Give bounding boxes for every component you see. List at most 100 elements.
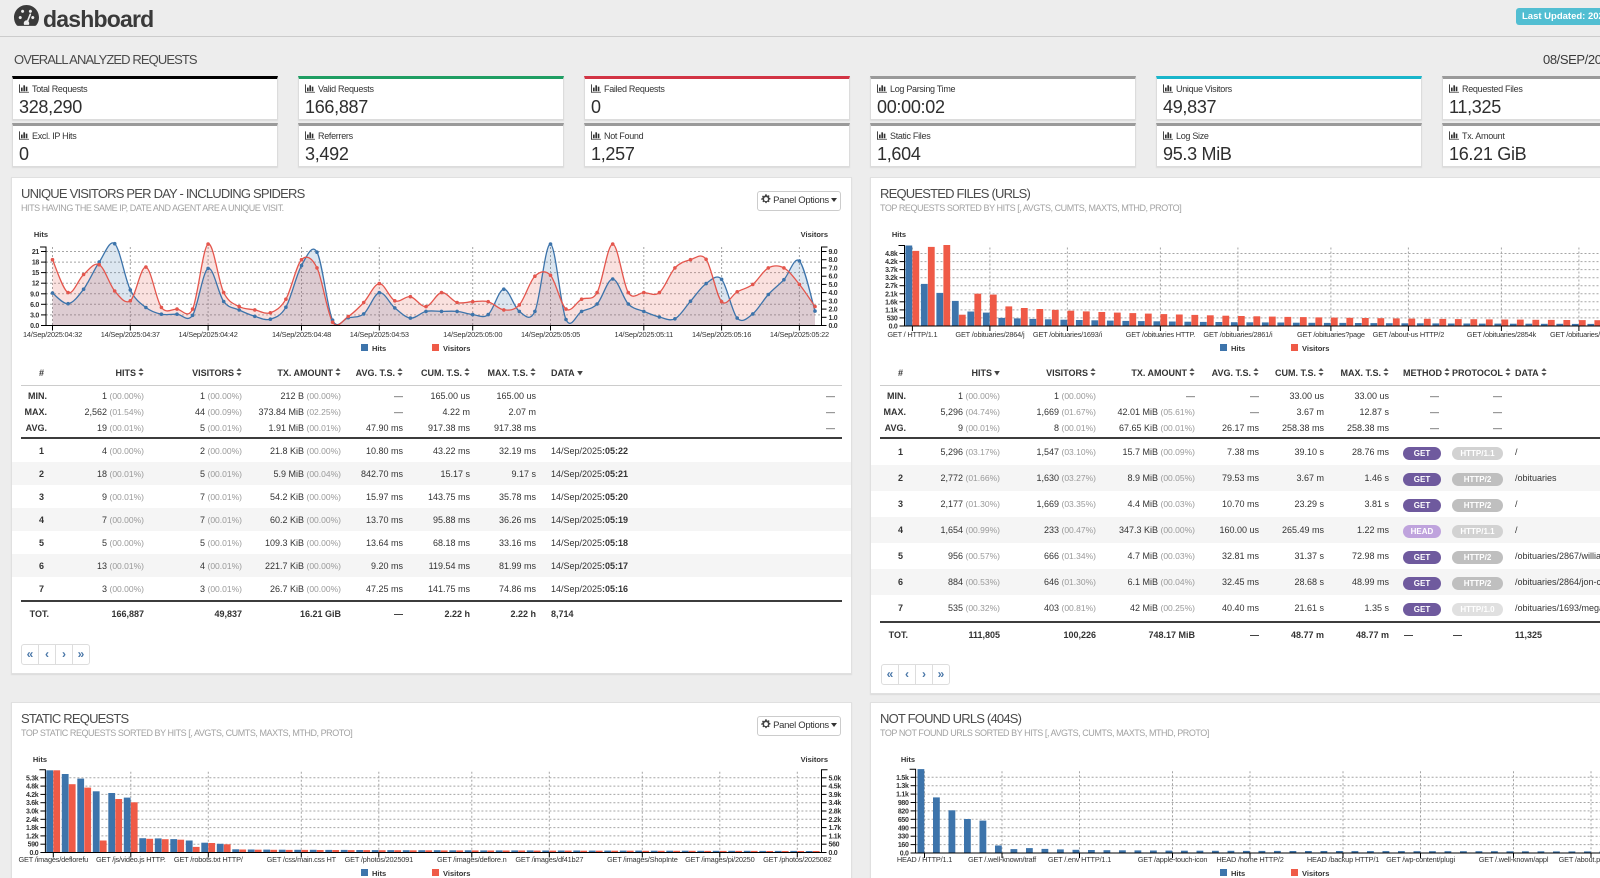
svg-text:1.6k: 1.6k	[885, 299, 898, 306]
svg-text:12: 12	[32, 281, 40, 288]
svg-text:18: 18	[32, 260, 40, 267]
svg-text:GET /about.php HTT: GET /about.php HTT	[1559, 855, 1600, 864]
svg-text:Visitors: Visitors	[1302, 869, 1329, 878]
svg-text:3.4k: 3.4k	[829, 800, 842, 807]
svg-text:Hits: Hits	[901, 755, 915, 764]
svg-text:1.2k: 1.2k	[26, 833, 39, 840]
svg-text:Visitors: Visitors	[801, 755, 828, 764]
svg-text:14/Sep/2025:04:53: 14/Sep/2025:04:53	[350, 330, 409, 339]
svg-text:3.2k: 3.2k	[885, 275, 898, 282]
svg-text:1.1k: 1.1k	[885, 307, 898, 314]
svg-text:980: 980	[898, 800, 909, 807]
svg-text:GET / HTTP/1.1: GET / HTTP/1.1	[887, 330, 937, 339]
svg-text:GET /obituaries/2864/j: GET /obituaries/2864/j	[955, 330, 1025, 339]
svg-text:GET /photos/2025082: GET /photos/2025082	[763, 855, 831, 864]
svg-text:1.1k: 1.1k	[896, 792, 909, 799]
svg-text:14/Sep/2025:05:11: 14/Sep/2025:05:11	[615, 330, 674, 339]
svg-text:1.7k: 1.7k	[829, 825, 842, 832]
svg-text:4.8k: 4.8k	[26, 784, 39, 791]
svg-text:1.0: 1.0	[829, 315, 838, 322]
svg-text:2.2k: 2.2k	[829, 817, 842, 824]
svg-text:Hits: Hits	[1231, 344, 1245, 353]
svg-text:GET /photos/2025091: GET /photos/2025091	[345, 855, 413, 864]
svg-text:14/Sep/2025:04:42: 14/Sep/2025:04:42	[179, 330, 238, 339]
svg-text:GET /obituaries/28: GET /obituaries/28	[1550, 330, 1600, 339]
svg-text:3.6k: 3.6k	[26, 800, 39, 807]
svg-text:GET /apple-touch-icon: GET /apple-touch-icon	[1138, 855, 1208, 864]
svg-text:3.0k: 3.0k	[26, 809, 39, 816]
svg-text:4.2k: 4.2k	[885, 259, 898, 266]
svg-text:2.4k: 2.4k	[26, 817, 39, 824]
svg-text:Visitors: Visitors	[801, 230, 828, 239]
svg-text:590: 590	[28, 842, 39, 849]
svg-text:490: 490	[898, 825, 909, 832]
svg-text:5.0k: 5.0k	[829, 775, 842, 782]
svg-text:9.0: 9.0	[829, 249, 838, 256]
svg-text:GET /.well-known/traff: GET /.well-known/traff	[968, 855, 1037, 864]
svg-text:14/Sep/2025:05:22: 14/Sep/2025:05:22	[770, 330, 829, 339]
svg-text:GET /.well-known/appl: GET /.well-known/appl	[1479, 855, 1549, 864]
svg-text:14/Sep/2025:04:32: 14/Sep/2025:04:32	[23, 330, 82, 339]
svg-text:14/Sep/2025:04:48: 14/Sep/2025:04:48	[272, 330, 331, 339]
svg-text:560: 560	[829, 842, 840, 849]
svg-text:GET /obituaries/1693/i: GET /obituaries/1693/i	[1033, 330, 1103, 339]
svg-text:15: 15	[32, 270, 40, 277]
svg-text:3.0: 3.0	[30, 312, 39, 319]
svg-text:0.0: 0.0	[30, 323, 39, 330]
svg-text:GET /obituaries/2861/i: GET /obituaries/2861/i	[1203, 330, 1273, 339]
svg-text:GET /obituaries?page: GET /obituaries?page	[1297, 330, 1365, 339]
svg-text:14/Sep/2025:05:16: 14/Sep/2025:05:16	[692, 330, 751, 339]
svg-text:GET /js/video.js HTTP.: GET /js/video.js HTTP.	[96, 855, 166, 864]
svg-text:4.2k: 4.2k	[26, 792, 39, 799]
svg-text:2.7k: 2.7k	[885, 283, 898, 290]
svg-text:3.7k: 3.7k	[885, 267, 898, 274]
svg-text:21: 21	[32, 249, 40, 256]
svg-text:GET /css/main.css HT: GET /css/main.css HT	[267, 855, 337, 864]
svg-text:GET /images/deflorefu: GET /images/deflorefu	[18, 855, 88, 864]
svg-text:HEAD /backup HTTP/1: HEAD /backup HTTP/1	[1307, 855, 1379, 864]
svg-text:160: 160	[898, 842, 909, 849]
svg-text:0.0: 0.0	[829, 323, 838, 330]
svg-text:14/Sep/2025:05:00: 14/Sep/2025:05:00	[443, 330, 502, 339]
svg-text:2.0: 2.0	[829, 307, 838, 314]
svg-text:Hits: Hits	[372, 344, 386, 353]
svg-text:GET /images/df41b27: GET /images/df41b27	[515, 855, 583, 864]
svg-text:4.0: 4.0	[829, 290, 838, 297]
svg-text:330: 330	[898, 834, 909, 841]
svg-text:1.3k: 1.3k	[896, 783, 909, 790]
svg-text:9.0: 9.0	[30, 291, 39, 298]
svg-text:2.8k: 2.8k	[829, 809, 842, 816]
svg-text:Visitors: Visitors	[443, 344, 470, 353]
svg-text:1.8k: 1.8k	[26, 825, 39, 832]
svg-text:4.5k: 4.5k	[829, 784, 842, 791]
svg-text:GET /images/ShopInte: GET /images/ShopInte	[607, 855, 678, 864]
svg-text:6.0: 6.0	[30, 302, 39, 309]
svg-text:Hits: Hits	[892, 230, 906, 239]
svg-text:GET /robots.txt HTTP/: GET /robots.txt HTTP/	[174, 855, 244, 864]
svg-text:Hits: Hits	[1231, 869, 1245, 878]
svg-text:Hits: Hits	[372, 869, 386, 878]
svg-text:Visitors: Visitors	[443, 869, 470, 878]
svg-text:820: 820	[898, 808, 909, 815]
svg-text:HEAD /home HTTP/2: HEAD /home HTTP/2	[1216, 855, 1283, 864]
svg-text:14/Sep/2025:04:37: 14/Sep/2025:04:37	[101, 330, 160, 339]
svg-text:7.0: 7.0	[829, 265, 838, 272]
svg-text:8.0: 8.0	[829, 257, 838, 264]
svg-text:14/Sep/2025:05:05: 14/Sep/2025:05:05	[521, 330, 580, 339]
svg-text:Hits: Hits	[33, 755, 47, 764]
svg-text:2.1k: 2.1k	[885, 291, 898, 298]
svg-text:GET /images/pi/20250: GET /images/pi/20250	[685, 855, 754, 864]
svg-text:GET /about-us HTTP/2: GET /about-us HTTP/2	[1373, 330, 1445, 339]
svg-text:GET /.env HTTP/1.1: GET /.env HTTP/1.1	[1048, 855, 1111, 864]
svg-text:HEAD / HTTP/1.1: HEAD / HTTP/1.1	[897, 855, 952, 864]
svg-text:GET /wp-content/plugi: GET /wp-content/plugi	[1386, 855, 1455, 864]
svg-text:4.8k: 4.8k	[885, 251, 898, 258]
svg-text:1.5k: 1.5k	[896, 775, 909, 782]
svg-text:GET /obituaries HTTP.: GET /obituaries HTTP.	[1126, 330, 1196, 339]
svg-text:GET /images/deflore.n: GET /images/deflore.n	[437, 855, 507, 864]
svg-text:5.0: 5.0	[829, 282, 838, 289]
svg-text:3.0: 3.0	[829, 298, 838, 305]
svg-text:3.9k: 3.9k	[829, 792, 842, 799]
svg-text:530: 530	[887, 315, 898, 322]
svg-text:5.3k: 5.3k	[26, 775, 39, 782]
